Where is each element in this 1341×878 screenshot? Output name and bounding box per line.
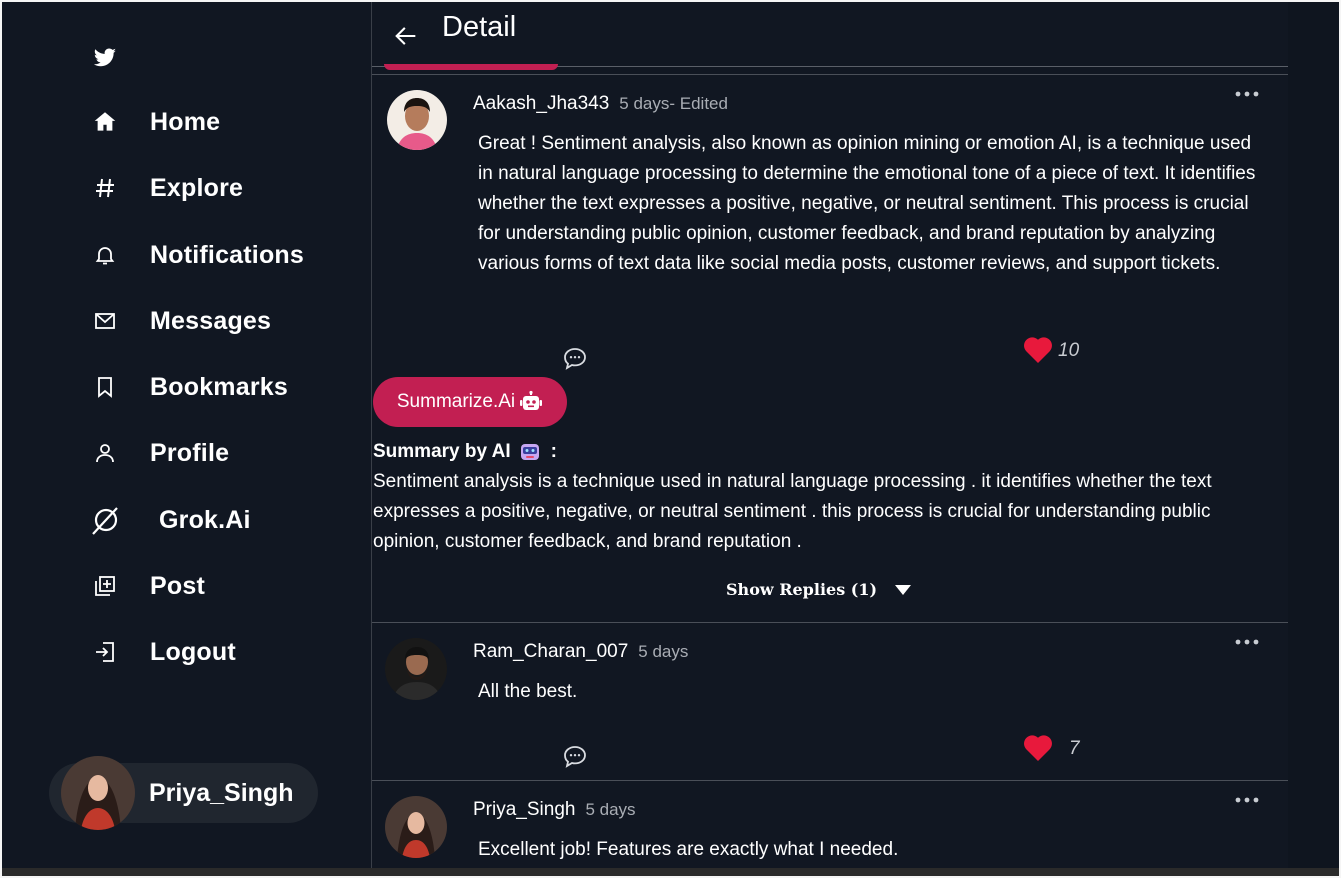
sidebar-item-label: Notifications xyxy=(150,240,304,269)
reply-author[interactable]: Ram_Charan_007 5 days xyxy=(473,641,688,663)
hashtag-icon xyxy=(88,171,122,205)
scrolled-button-edge xyxy=(384,64,558,70)
sidebar-item-home[interactable]: Home xyxy=(88,102,220,142)
sidebar-item-notifications[interactable]: Notifications xyxy=(88,235,304,275)
logout-icon xyxy=(88,635,122,669)
sidebar: Home Explore Notifications Messages Book… xyxy=(0,0,371,868)
sidebar-item-logout[interactable]: Logout xyxy=(88,632,236,672)
user-icon xyxy=(88,436,122,470)
summary-heading: Summary by AI : xyxy=(373,441,557,463)
robot-emoji-icon xyxy=(519,441,541,463)
more-options-icon[interactable] xyxy=(1234,792,1260,803)
divider xyxy=(372,622,1288,623)
more-options-icon[interactable] xyxy=(1234,86,1260,97)
caret-down-icon xyxy=(895,584,912,595)
post-timestamp: 5 days- Edited xyxy=(619,94,728,113)
home-icon xyxy=(88,105,122,139)
reply-body: All the best. xyxy=(478,681,578,702)
sidebar-item-label: Grok.Ai xyxy=(159,505,251,534)
bell-icon xyxy=(88,238,122,272)
avatar xyxy=(61,756,135,830)
like-count: 10 xyxy=(1058,340,1080,361)
reply-timestamp: 5 days xyxy=(585,800,636,819)
heart-icon[interactable] xyxy=(1023,336,1053,364)
reply-timestamp: 5 days xyxy=(638,642,689,661)
window-bottom-edge xyxy=(0,868,1341,878)
sidebar-item-label: Explore xyxy=(150,173,244,202)
current-user-name: Priya_Singh xyxy=(149,778,294,807)
avatar[interactable] xyxy=(385,638,447,700)
sidebar-item-label: Messages xyxy=(150,306,272,335)
post-body: Great ! Sentiment analysis, also known a… xyxy=(478,133,1256,274)
robot-icon xyxy=(519,390,543,414)
post-icon xyxy=(88,569,122,603)
page-title: Detail xyxy=(442,11,517,43)
comment-icon[interactable] xyxy=(562,346,588,372)
comment-icon[interactable] xyxy=(562,744,588,770)
sidebar-item-grok[interactable]: Grok.Ai xyxy=(88,500,251,540)
detail-header: Detail xyxy=(372,0,1288,67)
sidebar-item-messages[interactable]: Messages xyxy=(88,301,271,341)
post-author[interactable]: Aakash_Jha343 5 days- Edited xyxy=(473,93,728,115)
grok-icon xyxy=(88,503,122,537)
current-user-button[interactable]: Priya_Singh xyxy=(49,756,318,830)
avatar[interactable] xyxy=(387,90,447,150)
sidebar-item-label: Bookmarks xyxy=(150,372,288,401)
summarize-ai-button[interactable]: Summarize.Ai xyxy=(373,377,567,427)
mail-icon xyxy=(88,304,122,338)
arrow-left-icon[interactable] xyxy=(392,22,420,50)
sidebar-item-label: Logout xyxy=(150,637,236,666)
twitter-bird-icon[interactable] xyxy=(93,46,117,70)
right-gutter xyxy=(1288,0,1341,868)
sidebar-item-label: Home xyxy=(150,107,221,136)
bookmark-icon xyxy=(88,370,122,404)
sidebar-item-label: Post xyxy=(150,571,205,600)
divider xyxy=(372,74,1288,75)
detail-panel: Detail Aakash_Jha343 5 days- Edited Great… xyxy=(371,0,1289,868)
summarize-label: Summarize.Ai xyxy=(396,391,516,412)
heart-icon[interactable] xyxy=(1023,734,1053,762)
sidebar-item-explore[interactable]: Explore xyxy=(88,168,243,208)
sidebar-item-profile[interactable]: Profile xyxy=(88,433,229,473)
sidebar-item-bookmarks[interactable]: Bookmarks xyxy=(88,367,288,407)
like-count: 7 xyxy=(1069,738,1080,759)
show-replies-label: Show Replies (1) xyxy=(726,580,878,599)
summary-text: Sentiment analysis is a technique used i… xyxy=(373,471,1212,552)
reply-author[interactable]: Priya_Singh 5 days xyxy=(473,799,636,821)
sidebar-item-post[interactable]: Post xyxy=(88,566,205,606)
divider xyxy=(372,780,1288,781)
show-replies-toggle[interactable]: Show Replies (1) xyxy=(726,580,912,599)
sidebar-item-label: Profile xyxy=(150,438,230,467)
reply-body: Excellent job! Features are exactly what… xyxy=(478,839,899,860)
more-options-icon[interactable] xyxy=(1234,634,1260,645)
avatar[interactable] xyxy=(385,796,447,858)
